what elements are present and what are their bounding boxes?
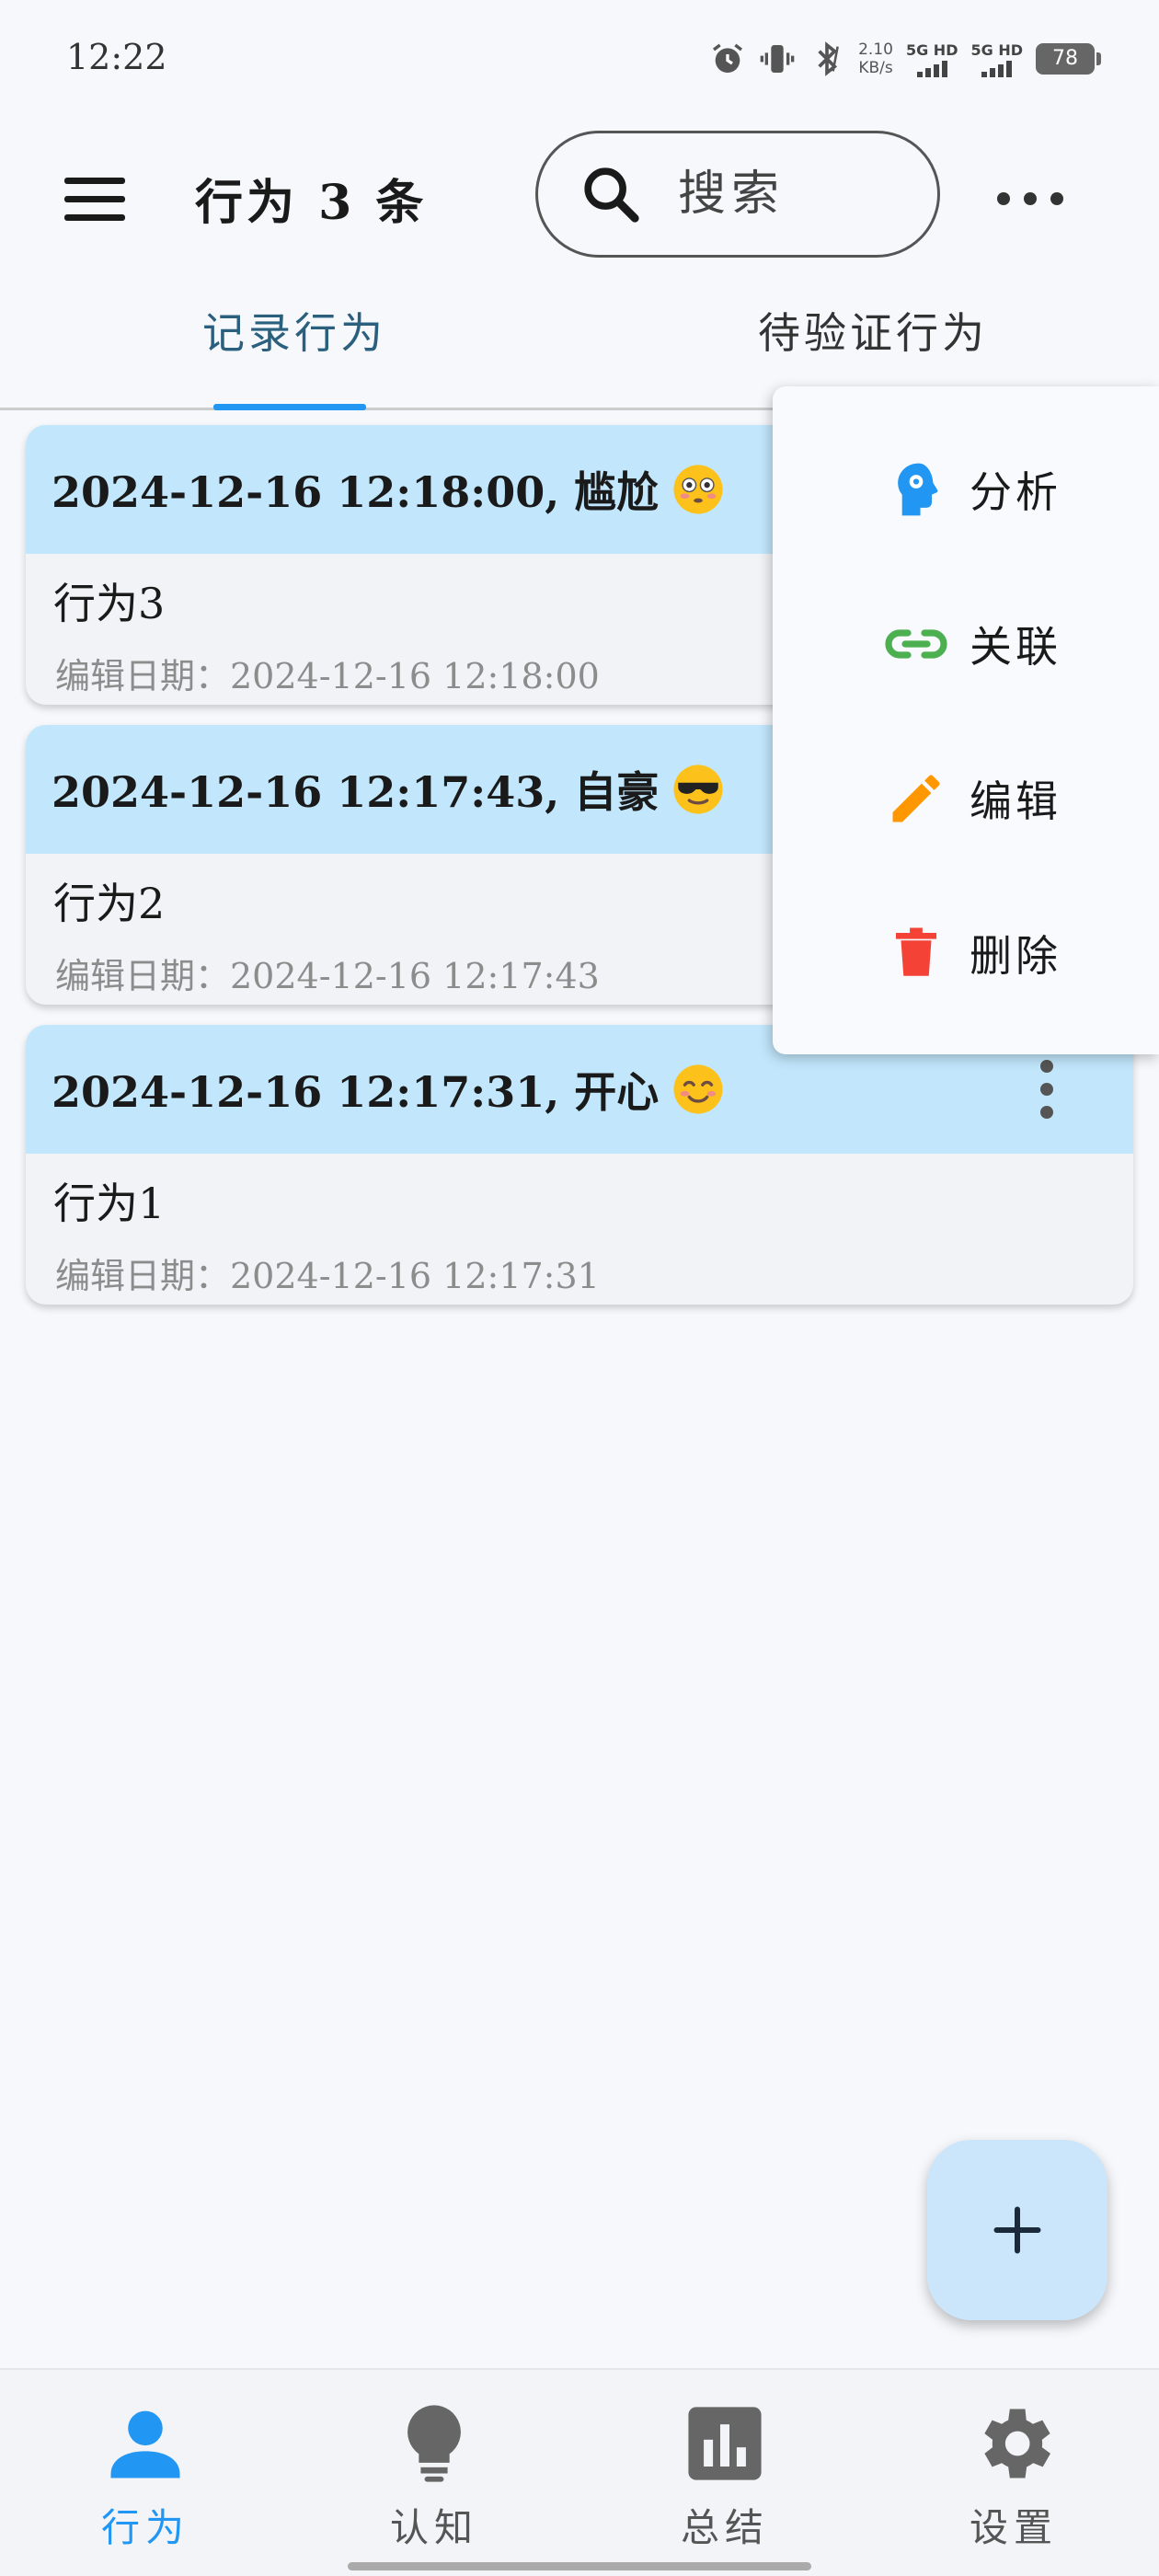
smiling-face-icon — [673, 1064, 723, 1114]
card-popup-menu: 分析 关联 编辑 删除 — [773, 386, 1159, 1054]
nav-item-summary[interactable]: 总结 — [633, 2398, 817, 2553]
link-icon — [885, 629, 947, 659]
sim1-signal: 5G HD — [906, 41, 958, 77]
menu-item-analyze[interactable]: 分析 — [881, 445, 1157, 534]
menu-item-label: 删除 — [970, 931, 1061, 981]
alarm-icon — [713, 43, 743, 73]
battery-indicator: 78 — [1036, 43, 1101, 75]
behavior-card[interactable]: 2024-12-16 12:17:31, 开心 行为1 编辑日期：2024-12… — [26, 1025, 1133, 1305]
flushed-face-icon — [673, 465, 723, 514]
card-content: 行为3 — [53, 579, 166, 628]
person-icon — [110, 2410, 180, 2478]
add-behavior-button[interactable] — [927, 2140, 1107, 2320]
page-title: 行为 3 条 — [195, 175, 428, 231]
hamburger-menu-icon[interactable] — [64, 160, 142, 237]
sim2-signal: 5G HD — [970, 41, 1023, 77]
nav-item-behavior[interactable]: 行为 — [53, 2398, 237, 2553]
tab-record-behavior[interactable]: 记录行为 — [202, 300, 386, 361]
lightbulb-icon — [407, 2405, 461, 2482]
menu-item-edit[interactable]: 编辑 — [881, 754, 1157, 843]
nav-label: 行为 — [100, 2505, 189, 2550]
app-bar: 行为 3 条 — [0, 123, 1159, 263]
card-edit-date: 编辑日期：2024-12-16 12:17:31 — [55, 1256, 600, 1296]
menu-item-label: 关联 — [970, 622, 1061, 672]
plus-icon — [993, 2206, 1041, 2254]
menu-item-label: 分析 — [970, 467, 1061, 517]
net-speed: 2.10 KB/s — [858, 40, 893, 77]
home-indicator[interactable] — [348, 2562, 811, 2570]
trash-icon — [896, 927, 936, 976]
gear-icon — [984, 2409, 1050, 2478]
bar-chart-icon — [688, 2407, 762, 2480]
card-edit-date: 编辑日期：2024-12-16 12:17:43 — [55, 956, 600, 996]
signal-bars-icon — [916, 60, 947, 77]
status-time: 12:22 — [66, 37, 167, 77]
card-header-text: 2024-12-16 12:17:31, 开心 — [52, 1067, 660, 1117]
nav-item-settings[interactable]: 设置 — [922, 2398, 1106, 2553]
card-content: 行为1 — [53, 1179, 166, 1228]
card-content: 行为2 — [53, 879, 166, 928]
status-bar: 12:22 2.10 KB/s 5G HD 5G HD 78 — [0, 0, 1159, 123]
vibrate-icon — [760, 45, 795, 73]
tab-pending-behavior[interactable]: 待验证行为 — [758, 300, 988, 361]
card-header-text: 2024-12-16 12:18:00, 尴尬 — [52, 467, 660, 517]
nav-label: 认知 — [389, 2505, 478, 2550]
nav-item-cognition[interactable]: 认知 — [342, 2398, 526, 2553]
more-options-icon[interactable] — [997, 178, 1063, 219]
search-bar[interactable] — [535, 131, 940, 258]
bottom-nav: 行为 认知 总结 设置 — [0, 2368, 1159, 2576]
pencil-icon — [892, 775, 940, 822]
card-edit-date: 编辑日期：2024-12-16 12:18:00 — [55, 656, 600, 696]
status-icons: 2.10 KB/s 5G HD 5G HD 78 — [709, 40, 1101, 77]
head-gear-icon — [898, 463, 938, 516]
nav-label: 总结 — [680, 2505, 769, 2550]
menu-item-link[interactable]: 关联 — [881, 600, 1157, 688]
bluetooth-icon — [818, 41, 840, 76]
menu-item-label: 编辑 — [970, 776, 1061, 826]
search-input[interactable] — [678, 167, 908, 222]
signal-bars-icon — [981, 60, 1013, 77]
tab-indicator — [213, 404, 366, 410]
card-header-text: 2024-12-16 12:17:43, 自豪 — [52, 767, 660, 817]
search-icon — [584, 167, 639, 223]
card-body: 行为1 编辑日期：2024-12-16 12:17:31 — [26, 1154, 1133, 1305]
menu-item-delete[interactable]: 删除 — [881, 909, 1157, 997]
card-more-icon[interactable] — [1038, 1060, 1056, 1119]
nav-label: 设置 — [969, 2505, 1058, 2550]
sunglasses-face-icon — [673, 765, 723, 814]
